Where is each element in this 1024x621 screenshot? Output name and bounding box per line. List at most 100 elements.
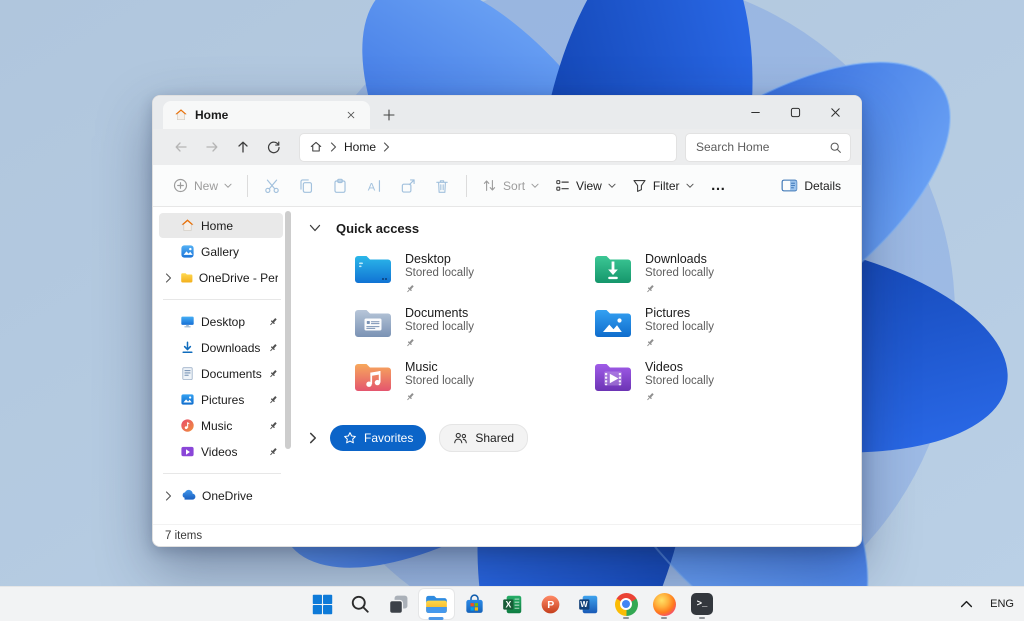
window-body: Home Gallery OneDrive - Pe Desktop Downl… [153, 207, 861, 524]
share-button[interactable] [391, 171, 425, 201]
item-name: Videos [645, 360, 683, 374]
sidebar-item-label: Music [201, 418, 233, 433]
taskbar-terminal-button[interactable]: >_ [685, 589, 720, 619]
sort-button[interactable]: Sort [474, 171, 547, 201]
pictures-folder-icon [595, 310, 631, 337]
filter-button[interactable]: Filter [624, 171, 702, 201]
sidebar-item-music[interactable]: Music [159, 413, 283, 438]
sidebar-item-onedrive[interactable]: OneDrive [159, 483, 283, 508]
sidebar-item-desktop[interactable]: Desktop [159, 309, 283, 334]
up-button[interactable] [227, 133, 258, 161]
pin-icon [405, 389, 474, 407]
item-name: Pictures [645, 306, 691, 320]
paste-button[interactable] [323, 171, 357, 201]
taskbar-firefox-button[interactable] [647, 589, 682, 619]
back-button[interactable] [165, 133, 196, 161]
taskbar-search-button[interactable] [343, 589, 378, 619]
sidebar-item-videos[interactable]: Videos [159, 439, 283, 464]
chevron-right-icon [383, 142, 390, 152]
taskbar-excel-button[interactable]: X [495, 589, 530, 619]
sort-label: Sort [503, 178, 526, 193]
search-input[interactable] [694, 139, 829, 155]
taskbar-task-view-button[interactable] [381, 589, 416, 619]
close-button[interactable] [815, 96, 855, 129]
copy-button[interactable] [289, 171, 323, 201]
address-bar[interactable]: Home [299, 132, 677, 162]
view-button[interactable]: View [547, 171, 624, 201]
quick-access-item-documents[interactable]: Documents Stored locally [353, 306, 593, 353]
sidebar-item-label: OneDrive - Perso [198, 270, 278, 285]
chevron-right-icon [165, 272, 172, 283]
rename-icon: A [368, 179, 381, 193]
item-subtitle: Stored locally [405, 267, 475, 279]
more-options-button[interactable]: … [702, 171, 736, 201]
new-button[interactable]: New [165, 171, 240, 201]
sidebar-item-onedrive-personal[interactable]: OneDrive - Perso [159, 265, 283, 290]
sidebar-item-label: Videos [201, 444, 238, 459]
star-icon [344, 432, 356, 444]
taskbar-word-button[interactable]: W [571, 589, 606, 619]
chevron-down-icon [685, 183, 694, 188]
minimize-button[interactable] [735, 96, 775, 129]
sidebar-item-gallery[interactable]: Gallery [159, 239, 283, 264]
taskbar-powerpoint-button[interactable]: P [533, 589, 568, 619]
sidebar-scrollbar[interactable] [285, 211, 291, 449]
pin-icon [268, 395, 278, 405]
rename-button[interactable]: A [357, 171, 391, 201]
breadcrumb-home[interactable]: Home [344, 140, 376, 154]
tab-close-button[interactable] [340, 104, 362, 126]
view-list-icon [556, 180, 569, 191]
tab-bar: Home [153, 96, 861, 129]
quick-access-item-music[interactable]: Music Stored locally [353, 360, 593, 407]
maximize-button[interactable] [775, 96, 815, 129]
show-hidden-icons-chevron[interactable] [960, 599, 973, 609]
cut-button[interactable] [255, 171, 289, 201]
search-box[interactable] [685, 132, 851, 162]
details-pane-button[interactable]: Details [773, 171, 849, 201]
home-outline-icon [310, 141, 322, 152]
forward-button[interactable] [196, 133, 227, 161]
item-name: Desktop [405, 252, 451, 266]
chevron-down-icon [531, 183, 539, 188]
pin-icon [268, 317, 278, 327]
chevron-right-icon[interactable] [309, 432, 317, 444]
favorites-pill-button[interactable]: Favorites [330, 425, 427, 451]
taskbar-file-explorer-button[interactable] [418, 589, 454, 620]
svg-text:A: A [368, 181, 376, 193]
shared-label: Shared [475, 431, 515, 445]
shared-pill-button[interactable]: Shared [439, 424, 529, 452]
quick-access-item-downloads[interactable]: Downloads Stored locally [593, 252, 861, 299]
navigation-pane: Home Gallery OneDrive - Pe Desktop Downl… [153, 207, 293, 524]
new-tab-button[interactable] [378, 104, 400, 126]
sidebar-item-pictures[interactable]: Pictures [159, 387, 283, 412]
quick-access-item-videos[interactable]: Videos Stored locally [593, 360, 861, 407]
item-subtitle: Stored locally [405, 375, 475, 387]
terminal-icon: >_ [691, 593, 713, 615]
delete-button[interactable] [425, 171, 459, 201]
item-count: 7 items [165, 529, 203, 542]
view-label: View [576, 178, 602, 193]
new-label: New [194, 178, 219, 193]
quick-access-header[interactable]: Quick access [309, 221, 861, 236]
downloads-folder-icon [595, 256, 631, 283]
tab-home[interactable]: Home [163, 101, 370, 129]
taskbar-start-button[interactable] [305, 589, 340, 619]
pin-icon [645, 389, 714, 407]
quick-access-item-pictures[interactable]: Pictures Stored locally [593, 306, 861, 353]
sidebar-item-downloads[interactable]: Downloads [159, 335, 283, 360]
quick-access-item-desktop[interactable]: Desktop Stored locally [353, 252, 593, 299]
sidebar-item-documents[interactable]: Documents [159, 361, 283, 386]
search-icon [351, 595, 369, 613]
taskbar-microsoft-store-button[interactable] [457, 589, 492, 619]
favorites-section-row: Favorites Shared [309, 424, 861, 452]
active-indicator [428, 617, 444, 620]
word-icon: W [578, 595, 597, 613]
language-indicator[interactable]: ENG [990, 598, 1014, 610]
taskbar-chrome-button[interactable] [609, 589, 644, 619]
chrome-icon [614, 592, 638, 616]
refresh-button[interactable] [258, 133, 289, 161]
clipboard-icon [334, 178, 346, 193]
sidebar-item-home[interactable]: Home [159, 213, 283, 238]
sidebar-item-label: Gallery [201, 244, 240, 259]
sidebar-item-label: Documents [201, 366, 262, 381]
